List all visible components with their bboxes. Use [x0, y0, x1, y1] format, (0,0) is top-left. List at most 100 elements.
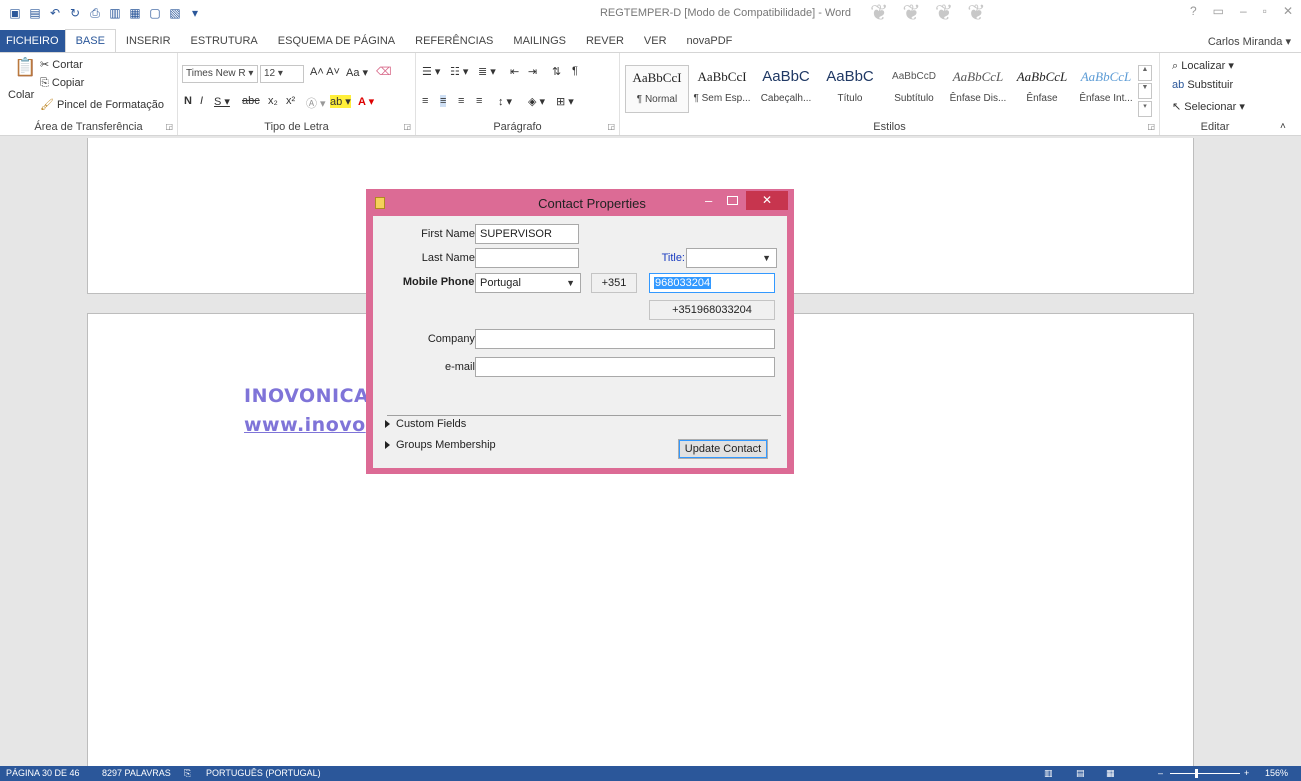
font-group: Times New R ▾ 12 ▾ A˄ A˅ Aa ▾ ⌫ N I S ▾ …	[178, 53, 416, 135]
collapse-ribbon-icon[interactable]: ˄	[1280, 121, 1286, 132]
italic-icon[interactable]: I	[200, 95, 203, 107]
dialog-title-bar[interactable]: Contact Properties – ✕	[366, 189, 794, 216]
minimize-icon[interactable]: –	[1240, 4, 1247, 18]
dialog-minimize-icon[interactable]: –	[705, 193, 712, 208]
style-name: Cabeçalh...	[760, 93, 812, 104]
page-count[interactable]: PÁGINA 30 DE 46	[6, 768, 80, 778]
cut-button[interactable]: ✂ Cortar	[40, 58, 83, 71]
decrease-indent-icon[interactable]: ⇤	[510, 65, 519, 78]
replace-button[interactable]: ab Substituir	[1172, 79, 1233, 91]
close-icon[interactable]: ✕	[1283, 4, 1293, 18]
change-case-icon[interactable]: Aa ▾	[346, 66, 368, 79]
pilcrow-icon[interactable]: ¶	[572, 65, 578, 77]
tab-view[interactable]: VER	[634, 30, 677, 52]
web-layout-icon[interactable]: ▦	[1106, 768, 1115, 779]
sort-icon[interactable]: ⇅	[552, 65, 561, 78]
read-mode-icon[interactable]: ▥	[1044, 768, 1053, 779]
ribbon-display-icon[interactable]: ▭	[1213, 4, 1224, 18]
style-sample: AaBbC	[762, 68, 810, 85]
align-right-icon[interactable]: ≡	[458, 95, 464, 107]
tab-references[interactable]: REFERÊNCIAS	[405, 30, 503, 52]
numbering-icon[interactable]: ☷ ▾	[450, 65, 468, 78]
highlight-color-icon[interactable]: ab ▾	[330, 95, 351, 108]
styles-scroll-up-icon[interactable]: ▲	[1138, 65, 1152, 81]
country-select[interactable]: Portugal ▼	[475, 273, 581, 293]
multilevel-list-icon[interactable]: ≣ ▾	[478, 65, 496, 78]
help-icon[interactable]: ?	[1190, 4, 1197, 18]
shading-icon[interactable]: ◈ ▾	[528, 95, 545, 108]
update-contact-button[interactable]: Update Contact	[678, 439, 768, 459]
align-center-icon[interactable]: ≡	[440, 95, 447, 107]
style-heading[interactable]: AaBbC Cabeçalh...	[754, 65, 818, 113]
increase-indent-icon[interactable]: ⇥	[528, 65, 537, 78]
dialog-maximize-icon[interactable]	[727, 196, 738, 205]
company-field[interactable]	[475, 329, 775, 349]
document-url-text[interactable]: www.inovo	[244, 414, 366, 436]
user-account[interactable]: Carlos Miranda ▾	[1208, 35, 1291, 48]
font-name-select[interactable]: Times New R ▾	[182, 65, 258, 83]
paste-button[interactable]: Colar	[8, 89, 34, 101]
style-no-spacing[interactable]: AaBbCcI ¶ Sem Esp...	[690, 65, 754, 113]
custom-fields-expander[interactable]: Custom Fields	[385, 418, 466, 430]
proofing-icon[interactable]: ⎘	[184, 768, 191, 779]
justify-icon[interactable]: ≡	[476, 95, 482, 107]
align-left-icon[interactable]: ≡	[422, 95, 428, 107]
dialog-launcher-icon[interactable]: ◲	[165, 122, 173, 131]
groups-membership-expander[interactable]: Groups Membership	[385, 439, 496, 451]
tab-novapdf[interactable]: novaPDF	[677, 30, 743, 52]
phone-number-field[interactable]: 968033204	[649, 273, 775, 293]
styles-scroll-down-icon[interactable]: ▼	[1138, 83, 1152, 99]
style-intense-emphasis[interactable]: AaBbCcL Ênfase Int...	[1074, 65, 1138, 113]
paragraph-dialog-launcher-icon[interactable]: ◲	[607, 122, 615, 131]
clear-formatting-icon[interactable]: ⌫	[376, 65, 392, 78]
grow-shrink-font-icon[interactable]: A˄ A˅	[310, 66, 340, 78]
print-layout-icon[interactable]: ▤	[1076, 768, 1085, 779]
language[interactable]: PORTUGUÊS (PORTUGAL)	[206, 768, 321, 778]
zoom-slider[interactable]	[1170, 773, 1240, 774]
word-count[interactable]: 8297 PALAVRAS	[102, 768, 171, 778]
tab-insert[interactable]: INSERIR	[116, 30, 181, 52]
styles-dialog-launcher-icon[interactable]: ◲	[1147, 122, 1155, 131]
strikethrough-icon[interactable]: abc	[242, 95, 260, 107]
email-field[interactable]	[475, 357, 775, 377]
copy-button[interactable]: ⎘ Copiar	[40, 77, 84, 90]
subscript-icon[interactable]: x₂	[268, 95, 278, 107]
format-painter-button[interactable]: 🖌 Pincel de Formatação	[40, 98, 164, 111]
tab-layout[interactable]: ESQUEMA DE PÁGINA	[268, 30, 405, 52]
last-name-field[interactable]	[475, 248, 579, 268]
zoom-level[interactable]: 156%	[1265, 768, 1288, 778]
style-name: Ênfase Dis...	[949, 93, 1007, 104]
bold-icon[interactable]: N	[184, 95, 192, 107]
style-emphasis[interactable]: AaBbCcL Ênfase	[1010, 65, 1074, 113]
tab-design[interactable]: ESTRUTURA	[181, 30, 268, 52]
line-spacing-icon[interactable]: ↕ ▾	[498, 95, 512, 108]
superscript-icon[interactable]: x²	[286, 95, 295, 107]
text-effects-icon[interactable]: Ⓐ ▾	[306, 95, 326, 111]
tab-mailings[interactable]: MAILINGS	[503, 30, 576, 52]
maximize-icon[interactable]: ▫	[1263, 4, 1267, 18]
underline-icon[interactable]: S ▾	[214, 95, 230, 108]
zoom-slider-thumb[interactable]	[1195, 769, 1198, 778]
zoom-out-icon[interactable]: –	[1158, 768, 1163, 778]
zoom-in-icon[interactable]: +	[1244, 768, 1249, 778]
style-subtitle[interactable]: AaBbCcD Subtítulo	[882, 65, 946, 113]
select-button[interactable]: ↖ Selecionar ▾	[1172, 100, 1245, 113]
style-subtle-emphasis[interactable]: AaBbCcL Ênfase Dis...	[946, 65, 1010, 113]
paste-icon[interactable]: 📋	[14, 57, 36, 78]
style-normal[interactable]: AaBbCcI ¶ Normal	[625, 65, 689, 113]
styles-more-icon[interactable]: ▾	[1138, 101, 1152, 117]
tab-home[interactable]: BASE	[64, 29, 116, 52]
font-color-icon[interactable]: A ▾	[358, 95, 374, 108]
style-name: Ênfase	[1026, 93, 1058, 104]
font-dialog-launcher-icon[interactable]: ◲	[403, 122, 411, 131]
style-title[interactable]: AaBbC Título	[818, 65, 882, 113]
font-size-select[interactable]: 12 ▾	[260, 65, 304, 83]
tab-review[interactable]: REVER	[576, 30, 634, 52]
borders-icon[interactable]: ⊞ ▾	[556, 95, 574, 108]
dialog-close-icon[interactable]: ✕	[746, 191, 788, 210]
find-button[interactable]: ⌕ Localizar ▾	[1172, 59, 1234, 73]
bullets-icon[interactable]: ☰ ▾	[422, 65, 440, 78]
title-select[interactable]: ▼	[686, 248, 777, 268]
first-name-field[interactable]: SUPERVISOR	[475, 224, 579, 244]
tab-file[interactable]: FICHEIRO	[0, 30, 65, 52]
